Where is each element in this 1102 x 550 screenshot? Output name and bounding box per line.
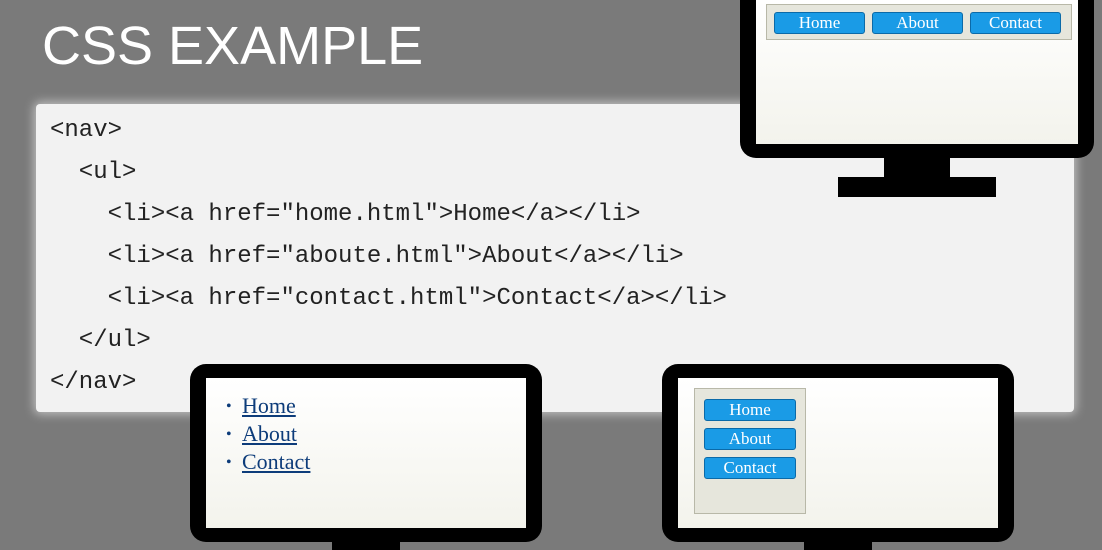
monitor-neck — [332, 540, 400, 550]
monitor-neck — [804, 540, 872, 550]
monitor-frame: Home About Contact — [662, 364, 1014, 542]
code-line: <nav> — [50, 117, 123, 144]
code-line: <li><a href="aboute.html">About</a></li> — [50, 243, 684, 270]
list-item: • Home — [226, 392, 310, 420]
code-line: <li><a href="contact.html">Contact</a></… — [50, 285, 727, 312]
list-item: • About — [226, 420, 310, 448]
nav-list: • Home • About • Contact — [226, 392, 310, 476]
code-line: </nav> — [50, 369, 137, 396]
bullet-icon: • — [226, 398, 232, 415]
monitor-frame: • Home • About • Contact — [190, 364, 542, 542]
link-home[interactable]: Home — [242, 393, 296, 418]
nav-button-home[interactable]: Home — [704, 399, 796, 421]
nav-button-about[interactable]: About — [704, 428, 796, 450]
monitor-bottom-right: Home About Contact — [662, 364, 1014, 550]
monitor-top-right: Home About Contact — [740, 0, 1094, 198]
code-line: <ul> — [50, 159, 137, 186]
bullet-icon: • — [226, 426, 232, 443]
link-contact[interactable]: Contact — [242, 449, 310, 474]
monitor-bottom-left: • Home • About • Contact — [190, 364, 542, 550]
monitor-screen: Home About Contact — [678, 378, 998, 528]
nav-button-contact[interactable]: Contact — [704, 457, 796, 479]
code-line: </ul> — [50, 327, 151, 354]
nav-button-home[interactable]: Home — [774, 12, 865, 34]
vertical-nav: Home About Contact — [694, 388, 806, 514]
horizontal-nav: Home About Contact — [766, 4, 1072, 40]
code-line: <li><a href="home.html">Home</a></li> — [50, 201, 641, 228]
monitor-screen: • Home • About • Contact — [206, 378, 526, 528]
monitor-base — [838, 177, 996, 197]
monitor-screen: Home About Contact — [756, 0, 1078, 144]
nav-button-about[interactable]: About — [872, 12, 963, 34]
link-about[interactable]: About — [242, 421, 297, 446]
monitor-frame: Home About Contact — [740, 0, 1094, 158]
list-item: • Contact — [226, 448, 310, 476]
nav-button-contact[interactable]: Contact — [970, 12, 1061, 34]
monitor-neck — [884, 158, 950, 178]
slide-title: CSS EXAMPLE — [42, 16, 424, 76]
bullet-icon: • — [226, 454, 232, 471]
